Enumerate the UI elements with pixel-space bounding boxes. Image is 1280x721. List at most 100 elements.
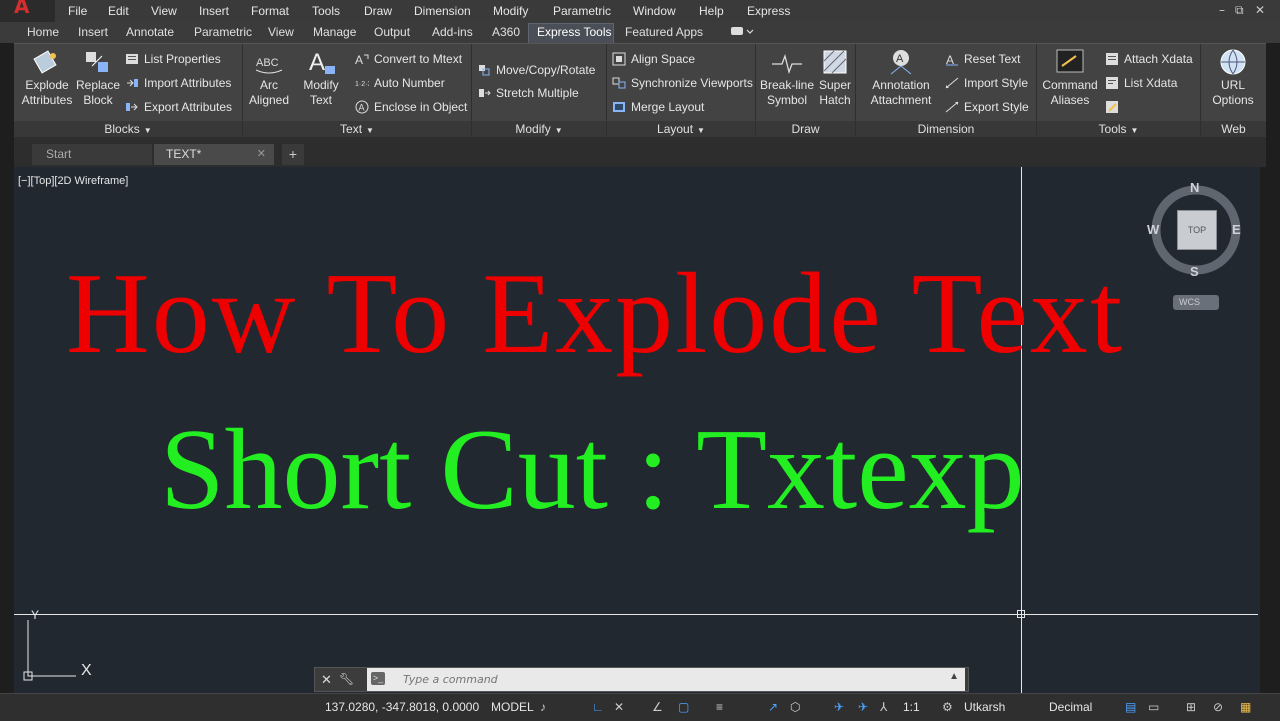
convert-to-mtext-button[interactable]: A Convert to Mtext <box>355 50 462 68</box>
compass-n[interactable]: N <box>1190 180 1199 195</box>
tab-manage[interactable]: Manage <box>313 25 356 39</box>
command-input-area[interactable]: >_ ▲ <box>367 668 965 691</box>
command-line-close-icon[interactable]: ✕ <box>321 668 332 691</box>
command-prompt-icon[interactable]: >_ <box>371 672 385 685</box>
ortho-icon[interactable]: ✕ <box>614 700 624 714</box>
import-attributes-button[interactable]: Import Attributes <box>125 74 231 92</box>
annotation-visibility-icon[interactable]: ✈ <box>834 700 844 714</box>
menu-tools[interactable]: Tools <box>312 4 340 18</box>
gear-icon[interactable]: ⚙ <box>942 700 953 714</box>
tab-insert[interactable]: Insert <box>78 25 108 39</box>
attach-xdata-button[interactable]: Attach Xdata <box>1105 50 1193 68</box>
tab-output[interactable]: Output <box>374 25 410 39</box>
wrench-icon[interactable]: 🔧︎ <box>339 668 354 691</box>
menu-parametric[interactable]: Parametric <box>553 4 611 18</box>
panel-layout-title[interactable]: Layout ▼ <box>607 121 755 138</box>
edit-xdata-button[interactable] <box>1105 98 1124 116</box>
viewcube[interactable]: TOP N S E W <box>1147 180 1250 280</box>
menu-draw[interactable]: Draw <box>364 4 392 18</box>
menu-dimension[interactable]: Dimension <box>414 4 471 18</box>
export-attributes-button[interactable]: Export Attributes <box>125 98 232 116</box>
viewport-controls-label[interactable]: [−][Top][2D Wireframe] <box>18 175 128 187</box>
menu-format[interactable]: Format <box>251 4 289 18</box>
align-space-button[interactable]: Align Space <box>612 50 695 68</box>
auto-scale-icon[interactable]: ✈ <box>858 700 868 714</box>
isometric-icon[interactable]: ⬡ <box>790 700 800 714</box>
menu-express[interactable]: Express <box>747 4 790 18</box>
close-tab-icon[interactable]: ✕ <box>257 144 266 165</box>
compass-w[interactable]: W <box>1147 222 1159 237</box>
quick-properties-icon[interactable]: ▤ <box>1125 700 1136 714</box>
move-copy-rotate-button[interactable]: Move/Copy/Rotate <box>477 61 595 79</box>
list-xdata-button[interactable]: List Xdata <box>1105 74 1177 92</box>
reset-text-button[interactable]: A Reset Text <box>945 50 1020 68</box>
synchronize-viewports-button[interactable]: Synchronize Viewports <box>612 74 753 92</box>
annotation-attachment-button[interactable]: A Annotation Attachment <box>864 48 938 108</box>
command-aliases-button[interactable]: Command Aliases <box>1039 48 1101 108</box>
lineweight-icon[interactable]: ≡ <box>716 700 723 714</box>
tab-a360[interactable]: A360 <box>492 25 520 39</box>
tab-express-tools[interactable]: Express Tools <box>537 25 611 39</box>
object-snap-icon[interactable]: ▢ <box>678 700 689 714</box>
dynamic-ucs-icon[interactable]: ↗ <box>768 700 778 714</box>
merge-layout-button[interactable]: Merge Layout <box>612 98 704 116</box>
coordinates-readout[interactable]: 137.0280, -347.8018, 0.0000 <box>325 700 479 714</box>
application-menu-button[interactable]: A <box>0 0 55 22</box>
command-history-icon[interactable]: ▲ <box>949 671 959 682</box>
export-style-button[interactable]: Export Style <box>945 98 1029 116</box>
model-space-button[interactable]: MODEL <box>491 700 534 714</box>
menu-insert[interactable]: Insert <box>199 4 229 18</box>
menu-file[interactable]: File <box>68 4 87 18</box>
break-line-symbol-button[interactable]: Break-line Symbol <box>758 48 816 108</box>
command-input[interactable] <box>401 670 945 689</box>
clean-screen-icon[interactable]: ⊘ <box>1213 700 1223 714</box>
isolate-objects-icon[interactable]: ▭ <box>1148 700 1159 714</box>
viewcube-top-face[interactable]: TOP <box>1177 210 1217 250</box>
panel-text-title[interactable]: Text ▼ <box>243 121 471 138</box>
menu-window[interactable]: Window <box>633 4 676 18</box>
new-tab-button[interactable]: + <box>282 144 304 165</box>
hardware-acceleration-icon[interactable]: ⊞ <box>1186 700 1196 714</box>
tab-add-ins[interactable]: Add-ins <box>432 25 473 39</box>
list-properties-button[interactable]: List Properties <box>125 50 221 68</box>
wcs-menu-button[interactable]: WCS <box>1173 295 1219 310</box>
tab-parametric[interactable]: Parametric <box>194 25 252 39</box>
compass-s[interactable]: S <box>1190 264 1199 279</box>
close-icon[interactable]: ✕ <box>1255 3 1265 17</box>
auto-number-button[interactable]: 1·2·3 Auto Number <box>355 74 445 92</box>
file-tab-start[interactable]: Start <box>32 144 152 165</box>
menu-edit[interactable]: Edit <box>108 4 129 18</box>
enclose-in-object-button[interactable]: A Enclose in Object <box>355 98 467 116</box>
ribbon-minimize-toggle[interactable] <box>730 24 754 41</box>
stretch-multiple-button[interactable]: Stretch Multiple <box>477 84 579 102</box>
explode-attributes-button[interactable]: Explode Attributes <box>18 48 76 108</box>
panel-blocks-title[interactable]: Blocks ▼ <box>14 121 242 138</box>
restore-icon[interactable]: ⧉ <box>1235 3 1244 18</box>
tab-home[interactable]: Home <box>27 25 59 39</box>
polar-tracking-icon[interactable]: ∠ <box>652 700 663 714</box>
tab-view[interactable]: View <box>268 25 294 39</box>
customize-icon[interactable]: ▦ <box>1240 700 1251 714</box>
menu-help[interactable]: Help <box>699 4 724 18</box>
panel-modify-title[interactable]: Modify ▼ <box>472 121 606 138</box>
workspace-switch[interactable]: Utkarsh <box>964 700 1005 714</box>
import-style-button[interactable]: Import Style <box>945 74 1028 92</box>
panel-tools-title[interactable]: Tools ▼ <box>1037 121 1200 138</box>
units-selector[interactable]: Decimal <box>1049 700 1092 714</box>
file-tab-text[interactable]: TEXT* ✕ <box>154 144 274 165</box>
arc-aligned-button[interactable]: ABC Arc Aligned <box>247 48 291 108</box>
tab-featured-apps[interactable]: Featured Apps <box>625 25 703 39</box>
url-options-button[interactable]: URL Options <box>1205 48 1261 108</box>
compass-e[interactable]: E <box>1232 222 1241 237</box>
tab-annotate[interactable]: Annotate <box>126 25 174 39</box>
annotation-scale-icon[interactable]: ⅄ <box>880 700 887 714</box>
annotation-scale-value[interactable]: 1:1 <box>903 700 920 714</box>
minimize-icon[interactable]: – <box>1219 3 1225 17</box>
menu-modify[interactable]: Modify <box>493 4 528 18</box>
modify-text-button[interactable]: A Modify Text <box>297 48 345 108</box>
replace-block-button[interactable]: Replace Block <box>74 48 122 108</box>
grid-icon[interactable]: ♪ <box>540 700 546 714</box>
menu-view[interactable]: View <box>151 4 177 18</box>
snap-mode-icon[interactable]: ∟ <box>592 700 604 714</box>
super-hatch-button[interactable]: Super Hatch <box>816 48 854 108</box>
